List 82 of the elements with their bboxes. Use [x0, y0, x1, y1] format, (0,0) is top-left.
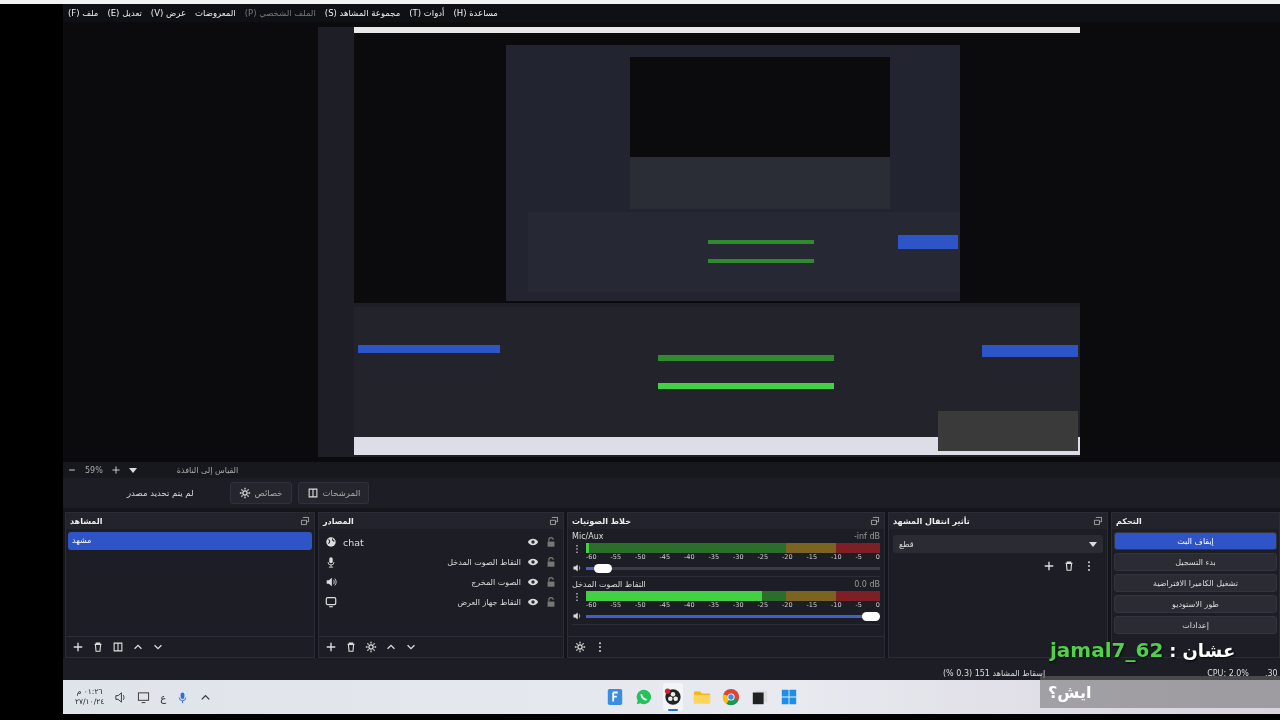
eye-icon[interactable]	[527, 576, 539, 588]
eye-icon[interactable]	[527, 536, 539, 548]
float-icon[interactable]	[300, 516, 310, 526]
cpu-usage: CPU: 2.0%	[1207, 669, 1249, 678]
source-item[interactable]: التقاط جهاز العرض	[343, 597, 521, 607]
source-item[interactable]: التقاط الصوت المدخل	[343, 557, 521, 567]
padlock-icon[interactable]	[545, 556, 557, 568]
toolbar-button[interactable]: خصائص	[229, 482, 292, 504]
padlock-icon[interactable]	[545, 596, 557, 608]
trash-icon[interactable]	[1063, 560, 1075, 572]
float-icon[interactable]	[870, 516, 880, 526]
toolbar-button[interactable]: المرشحات	[297, 482, 370, 504]
source-item[interactable]: الصوت المخرج	[343, 577, 521, 587]
menu-item[interactable]: مساعدة (H)	[453, 8, 498, 18]
speaker-icon[interactable]	[572, 610, 582, 622]
chat-message: ايش؟	[1048, 682, 1092, 702]
db-reading: 0.0 dB	[854, 580, 880, 591]
padlock-icon[interactable]	[545, 536, 557, 548]
slider-handle[interactable]	[862, 611, 880, 621]
trash-icon[interactable]	[345, 641, 357, 653]
caret-icon[interactable]	[128, 467, 137, 473]
filter-icon[interactable]	[112, 641, 124, 653]
slider-handle[interactable]	[594, 563, 613, 573]
trash-icon[interactable]	[92, 641, 104, 653]
record-app-icon[interactable]	[664, 688, 682, 706]
menu-item[interactable]: أدوات (T)	[409, 8, 445, 18]
menu-item[interactable]: المعروضات	[195, 8, 236, 18]
control-button[interactable]: تشغيل الكاميرا الافتراضية	[1114, 574, 1277, 592]
transition-dropdown[interactable]: قطع	[893, 535, 1103, 553]
menu-item[interactable]: عرض (V)	[150, 8, 187, 18]
browser-icon[interactable]	[722, 688, 740, 706]
panel-title: المصادر	[323, 516, 354, 526]
control-button[interactable]: إعدادات	[1114, 616, 1277, 634]
panel-title: التحكم	[1116, 516, 1142, 526]
speaker-icon	[325, 576, 337, 588]
eye-icon[interactable]	[527, 556, 539, 568]
channel-name: Mic/Aux	[572, 532, 604, 543]
menu-item[interactable]: تعديل (E)	[107, 8, 142, 18]
windows-logo-icon[interactable]	[780, 688, 798, 706]
speaker-icon[interactable]	[572, 562, 582, 574]
window-icon[interactable]	[751, 688, 769, 706]
scale-dropdown[interactable]: القياس إلى النافذة	[128, 465, 239, 475]
speaker-icon[interactable]	[114, 690, 128, 704]
panel-title: خلاط الصوتيات	[572, 516, 631, 526]
panel-title: تأثير انتقال المشهد	[893, 516, 970, 526]
app-tile-icon[interactable]	[606, 688, 624, 706]
scene-item[interactable]: مشهد	[68, 532, 312, 550]
source-item[interactable]: chat	[343, 536, 521, 548]
settings-icon[interactable]	[574, 641, 586, 653]
padlock-icon[interactable]	[545, 576, 557, 588]
db-reading: -inf dB	[853, 532, 880, 543]
dropped-frames: إسقاط المشاهد 151 (0.3 %)	[943, 669, 1046, 678]
monitor-icon[interactable]	[137, 690, 151, 704]
menu-item[interactable]: ملف (F)	[68, 8, 99, 18]
gear-icon	[238, 487, 251, 499]
monitor-icon	[325, 596, 337, 608]
panel-title: المشاهد	[70, 516, 103, 526]
fps-reading: 30.	[1264, 669, 1278, 678]
control-button[interactable]: إيقاف البث	[1114, 532, 1277, 550]
volume-slider[interactable]	[586, 614, 880, 618]
chat-username: jamal7_62	[1050, 638, 1164, 662]
microphone-icon	[325, 556, 337, 568]
zoom-level: 59%	[85, 465, 103, 475]
menu-item[interactable]: مجموعة المشاهد (S)	[324, 8, 401, 18]
control-button[interactable]: طور الاستوديو	[1114, 595, 1277, 613]
eye-icon[interactable]	[527, 596, 539, 608]
add-icon[interactable]	[1043, 560, 1055, 572]
float-icon[interactable]	[549, 516, 559, 526]
chat-separator: :	[1169, 640, 1177, 661]
add-icon[interactable]	[72, 641, 84, 653]
plus-icon[interactable]	[110, 465, 121, 475]
float-icon[interactable]	[1093, 516, 1103, 526]
chat-message: عشان	[1182, 640, 1236, 661]
input-language[interactable]: ع	[160, 691, 167, 703]
caret-icon[interactable]	[1089, 541, 1097, 547]
filter-icon	[306, 487, 319, 499]
globe-icon	[325, 536, 337, 548]
control-button[interactable]: بدء التسجيل	[1114, 553, 1277, 571]
no-source-label: لم يتم تحديد مصدر	[127, 488, 194, 498]
add-icon[interactable]	[325, 641, 337, 653]
channel-name: التقاط الصوت المدخل	[572, 580, 646, 591]
settings-icon[interactable]	[365, 641, 377, 653]
